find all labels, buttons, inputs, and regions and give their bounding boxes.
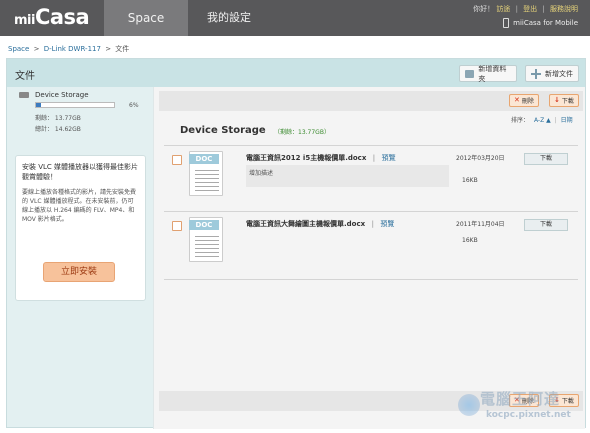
folder-icon <box>465 69 475 78</box>
doc-line <box>195 186 219 187</box>
divider <box>164 145 578 146</box>
doc-line <box>195 178 219 179</box>
breadcrumb-separator: > <box>105 45 112 53</box>
doc-line <box>195 190 219 191</box>
storage-usage-fill <box>36 103 41 107</box>
location-free-space: （剩餘：13.77GB） <box>274 129 330 136</box>
panel-header: 文件 新增資料夾 新增文件 <box>7 59 585 87</box>
file-download-button[interactable]: 下載 <box>524 219 568 231</box>
greeting-text: 你好！ <box>473 5 495 13</box>
separator: | <box>372 154 376 162</box>
tab-my-settings[interactable]: 我的設定 <box>188 0 270 36</box>
file-name[interactable]: 電腦王資訊2012 i5主機報價單.docx <box>246 154 366 162</box>
logo-main-text: Casa <box>34 5 90 29</box>
doc-file-icon[interactable]: DOC <box>189 217 223 262</box>
vlc-description: 要線上播放各種格式的影片，請先安裝免費的 VLC 媒體播放程式。在未安裝前，仍可… <box>22 189 137 223</box>
location-title: Device Storage <box>180 125 266 136</box>
storage-total: 總計： 14.62GB <box>35 126 81 133</box>
watermark-text: 電腦王阿達 <box>480 390 561 408</box>
delete-icon: ✕ <box>514 96 520 104</box>
separator: | <box>515 5 518 13</box>
miicasa-logo[interactable]: miiCasa <box>14 5 90 31</box>
logout-link[interactable]: 登出 <box>523 5 537 13</box>
delete-button[interactable]: ✕ 刪除 <box>509 94 539 107</box>
help-link[interactable]: 服務說明 <box>550 5 578 13</box>
breadcrumb-current: 文件 <box>115 45 130 53</box>
file-row: DOC 電腦王資訊2012 i5主機報價單.docx | 預覽 增加描述 201… <box>164 149 578 215</box>
page-title: 文件 <box>15 71 35 82</box>
top-navigation-bar: miiCasa Space 我的設定 你好！ 訪途 | 登出 | 服務說明 mi… <box>0 0 590 36</box>
storage-free: 剩餘： 13.77GB <box>35 115 81 122</box>
storage-name[interactable]: Device Storage <box>35 91 89 99</box>
tab-space[interactable]: Space <box>104 0 188 36</box>
divider <box>164 279 578 280</box>
doc-icon-label: DOC <box>189 154 219 164</box>
new-file-label: 新增文件 <box>545 69 573 78</box>
file-name-line: 電腦王資訊大舞繪圖主機報價單.docx | 預覽 <box>246 219 394 229</box>
vlc-install-box: 安裝 VLC 媒體播放器以獲得最佳影片觀賞體驗！ 要線上播放各種格式的影片，請先… <box>15 155 146 301</box>
documents-panel: 文件 新增資料夾 新增文件 Device Storage 6% 剩餘： 13.7… <box>6 58 586 429</box>
user-link[interactable]: 訪途 <box>496 5 510 13</box>
watermark: 電腦王阿達 kocpc.pixnet.net <box>458 388 586 428</box>
file-list-area: ✕ 刪除 ↓ 下載 排序： A-Z ▲ | 日期 Device Storage … <box>153 87 585 429</box>
doc-line <box>195 248 219 249</box>
file-date: 2011年11月04日 <box>456 221 505 228</box>
file-download-button[interactable]: 下載 <box>524 153 568 165</box>
file-checkbox[interactable] <box>172 221 182 231</box>
new-folder-label: 新增資料夾 <box>478 64 507 83</box>
watermark-logo-icon <box>458 394 480 416</box>
breadcrumb-space[interactable]: Space <box>8 45 29 53</box>
download-icon: ↓ <box>554 96 560 104</box>
sort-controls: 排序： A-Z ▲ | 日期 <box>511 115 573 124</box>
logo-mini-text: mii <box>14 13 35 28</box>
download-label: 下載 <box>561 98 574 105</box>
doc-line <box>195 182 219 183</box>
file-checkbox[interactable] <box>172 155 182 165</box>
doc-line <box>195 244 219 245</box>
breadcrumb-device[interactable]: D-Link DWR-117 <box>44 45 101 53</box>
file-date: 2012年03月20日 <box>456 155 505 162</box>
storage-usage-bar <box>35 102 115 108</box>
separator: | <box>542 5 545 13</box>
vlc-title: 安裝 VLC 媒體播放器以獲得最佳影片觀賞體驗！ <box>22 163 139 181</box>
breadcrumb: Space > D-Link DWR-117 > 文件 <box>8 44 129 54</box>
download-button[interactable]: ↓ 下載 <box>549 94 579 107</box>
doc-line <box>195 252 219 253</box>
doc-icon-label: DOC <box>189 220 219 230</box>
sort-az[interactable]: A-Z ▲ <box>534 117 551 124</box>
divider <box>164 211 578 212</box>
storage-percent: 6% <box>129 102 139 109</box>
doc-line <box>195 174 219 175</box>
file-row: DOC 電腦王資訊大舞繪圖主機報價單.docx | 預覽 2011年11月04日… <box>164 215 578 281</box>
file-size: 16KB <box>462 237 478 244</box>
separator: | <box>371 220 374 228</box>
file-name-line: 電腦王資訊2012 i5主機報價單.docx | 預覽 <box>246 153 396 163</box>
doc-line <box>195 256 219 257</box>
doc-file-icon[interactable]: DOC <box>189 151 223 196</box>
preview-link[interactable]: 預覽 <box>380 220 394 228</box>
breadcrumb-separator: > <box>33 45 40 53</box>
mobile-link[interactable]: miiCasa for Mobile <box>503 18 578 28</box>
preview-link[interactable]: 預覽 <box>382 154 396 162</box>
new-folder-button[interactable]: 新增資料夾 <box>459 64 517 83</box>
install-now-button[interactable]: 立即安裝 <box>43 262 115 282</box>
sort-date[interactable]: 日期 <box>561 117 573 124</box>
file-size: 16KB <box>462 177 478 184</box>
sort-label: 排序： <box>511 117 530 124</box>
doc-line <box>195 236 219 237</box>
file-name[interactable]: 電腦王資訊大舞繪圖主機報價單.docx <box>246 220 365 228</box>
plus-icon <box>531 68 541 79</box>
drive-icon <box>19 92 29 98</box>
watermark-url: kocpc.pixnet.net <box>486 410 571 420</box>
new-file-button[interactable]: 新增文件 <box>525 65 579 82</box>
top-links: 你好！ 訪途 | 登出 | 服務說明 <box>473 4 578 14</box>
file-description-field[interactable]: 增加描述 <box>246 165 449 187</box>
sort-separator: | <box>554 117 557 124</box>
top-toolbar: ✕ 刪除 ↓ 下載 <box>159 91 583 111</box>
doc-line <box>195 240 219 241</box>
delete-label: 刪除 <box>521 98 534 105</box>
phone-icon <box>503 18 510 28</box>
mobile-label: miiCasa for Mobile <box>513 19 578 27</box>
doc-line <box>195 170 219 171</box>
